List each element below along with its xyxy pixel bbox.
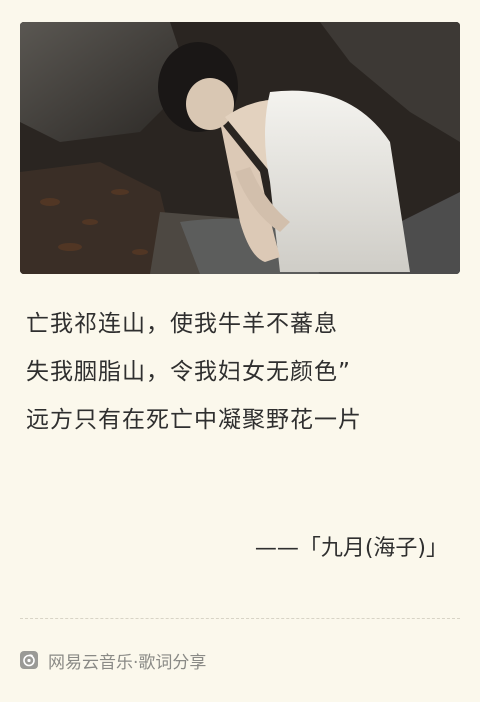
cover-photo xyxy=(20,22,460,274)
footer-text: 网易云音乐·歌词分享 xyxy=(48,652,207,673)
lyric-line: 亡我祁连山，使我牛羊不蕃息 xyxy=(26,311,338,337)
footer: 网易云音乐·歌词分享 xyxy=(20,645,206,675)
lyric-line: 失我胭脂山，令我妇女无颜色” xyxy=(26,359,351,385)
lyric-line: 远方只有在死亡中凝聚野花一片 xyxy=(26,407,362,433)
netease-cloud-music-icon xyxy=(20,651,38,669)
song-source: ——「九月(海子)」 xyxy=(254,536,448,561)
lyrics-block: 亡我祁连山，使我牛羊不蕃息 失我胭脂山，令我妇女无颜色” 远方只有在死亡中凝聚野… xyxy=(26,300,456,444)
divider xyxy=(20,618,460,619)
